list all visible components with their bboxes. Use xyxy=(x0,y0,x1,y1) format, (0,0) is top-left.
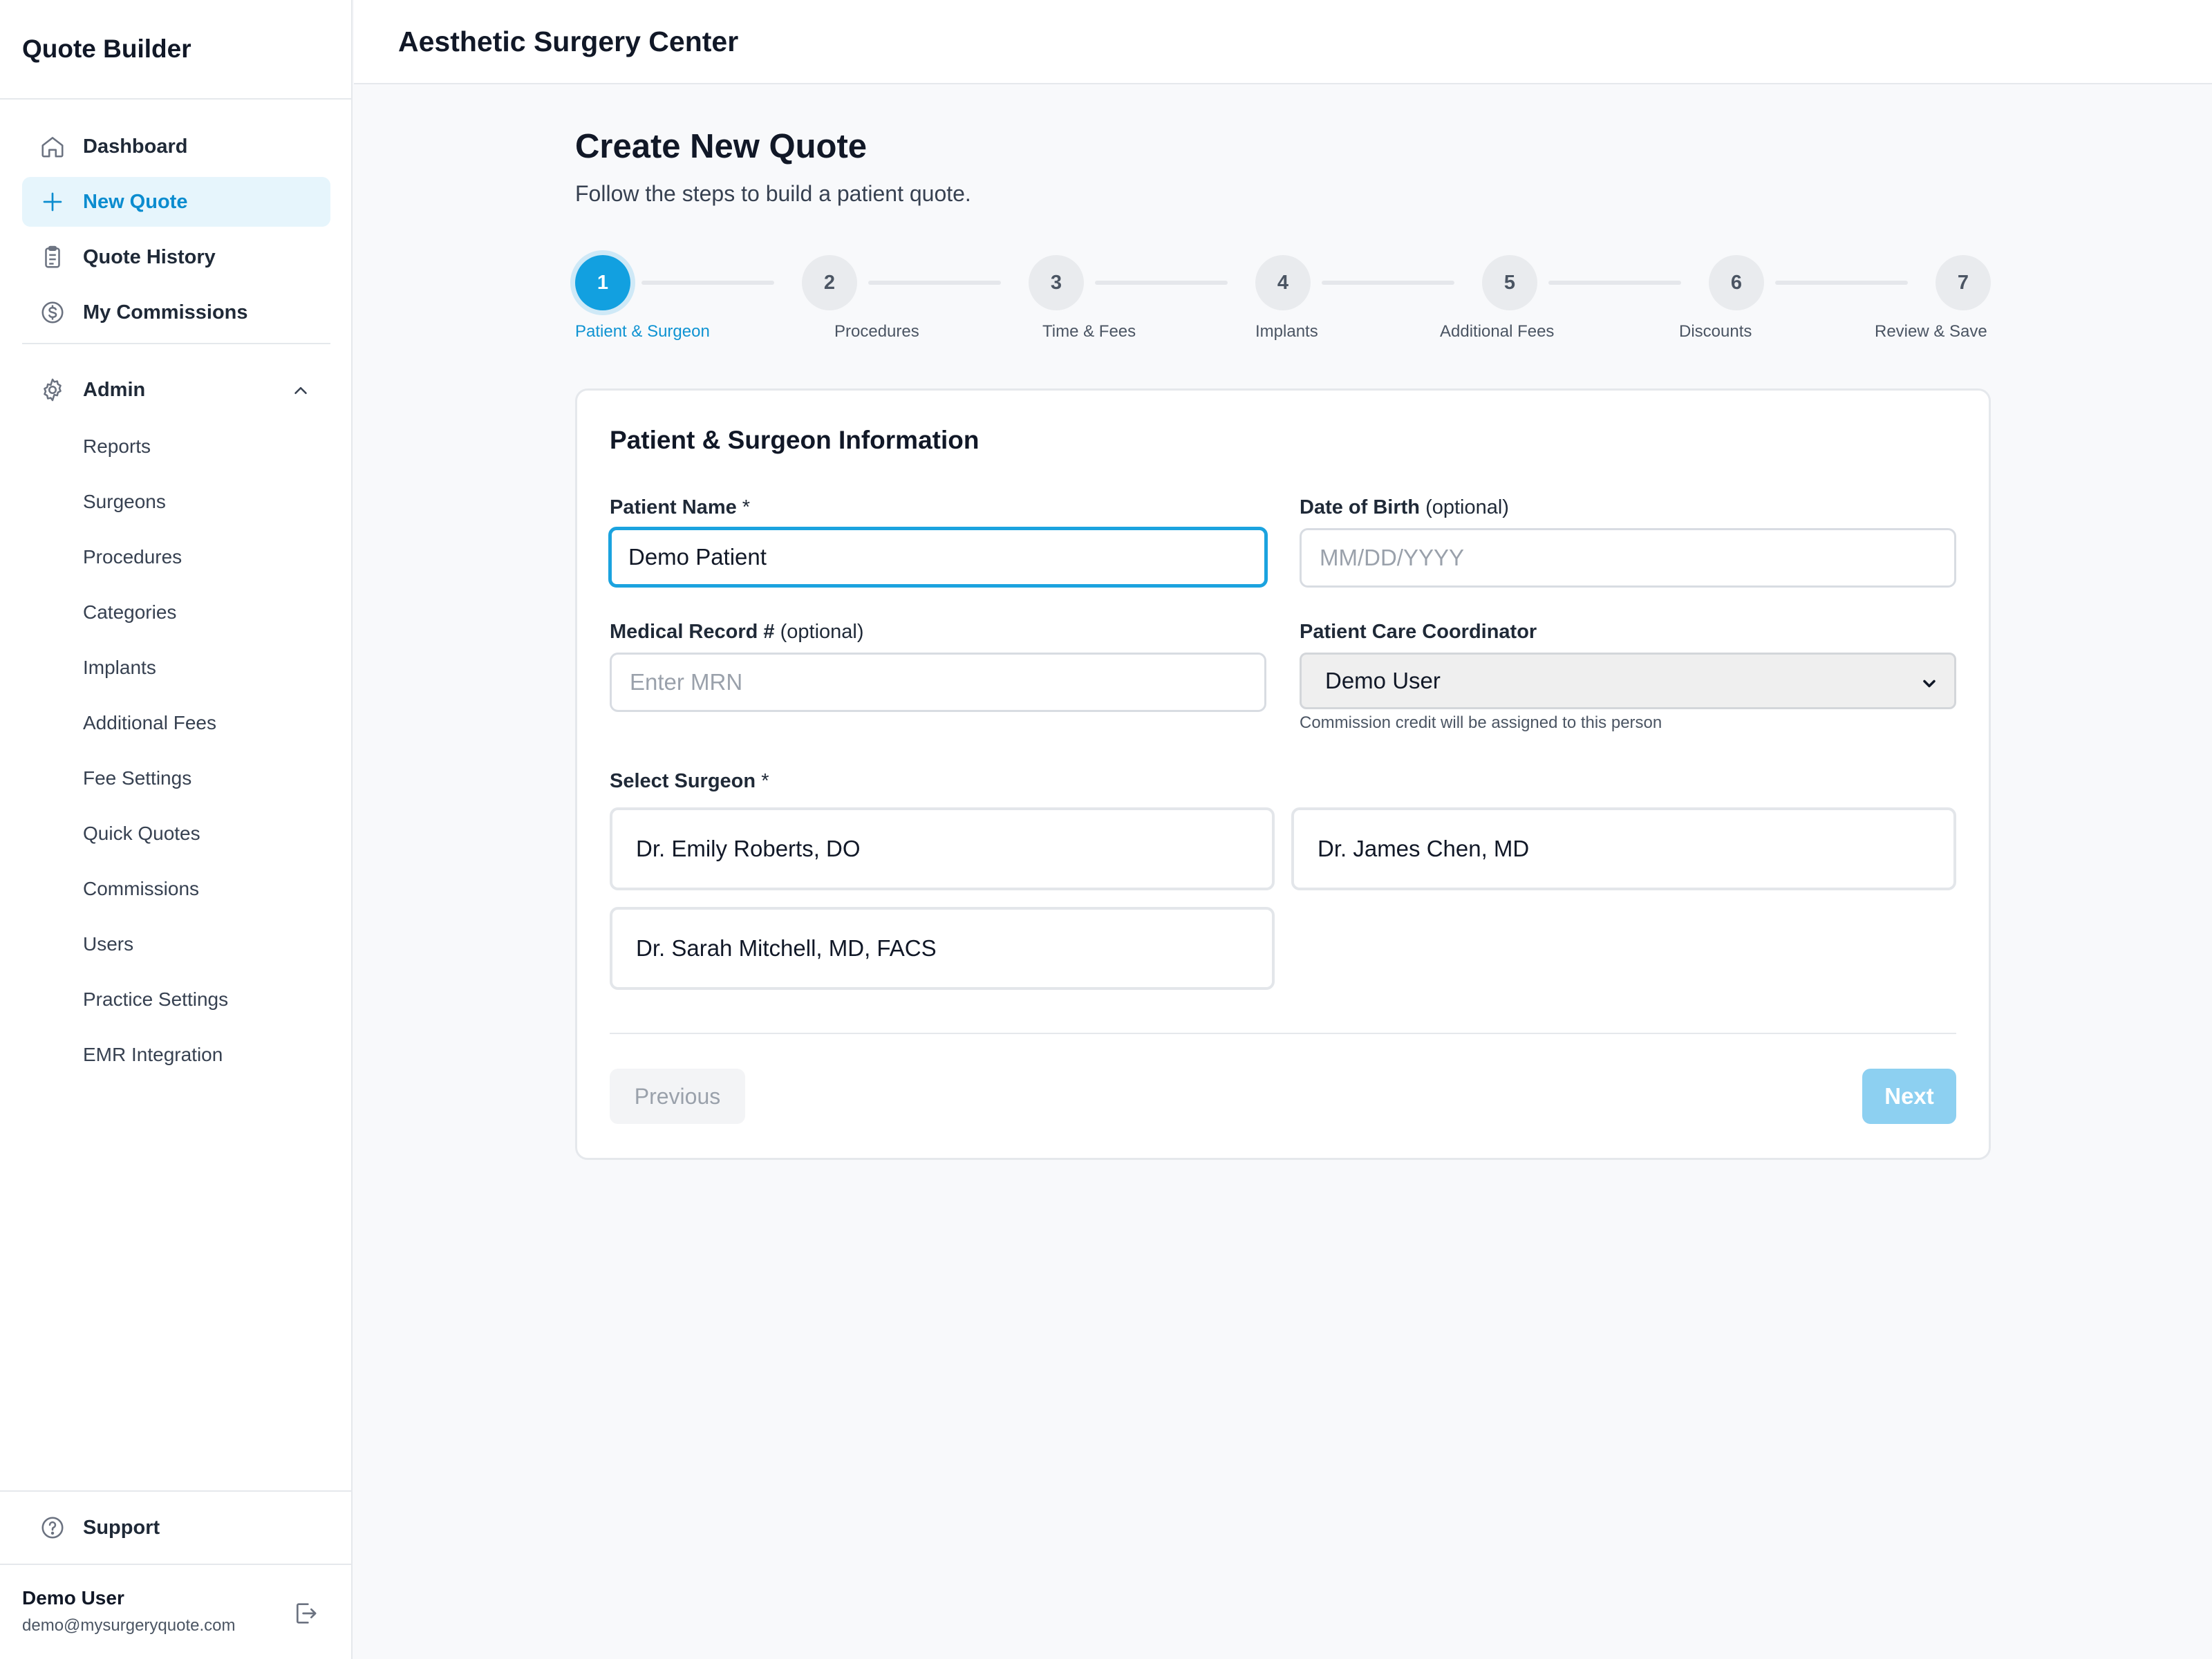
admin-section-toggle[interactable]: Admin xyxy=(22,365,330,415)
step-2-label: Procedures xyxy=(834,322,919,341)
step-2-circle[interactable]: 2 xyxy=(802,255,857,310)
step-6-circle[interactable]: 6 xyxy=(1709,255,1764,310)
step-7-label: Review & Save xyxy=(1875,322,1987,341)
admin-item-surgeons[interactable]: Surgeons xyxy=(83,488,166,516)
dob-placeholder: MM/DD/YYYY xyxy=(1320,545,1465,570)
patient-surgeon-card xyxy=(575,388,1991,1160)
coordinator-label: Patient Care Coordinator xyxy=(1300,621,1537,643)
optional-note: (optional) xyxy=(780,621,864,643)
admin-item-users[interactable]: Users xyxy=(83,930,133,958)
coordinator-select[interactable]: Demo User xyxy=(1300,653,1956,709)
surgeon-label: Select Surgeon * xyxy=(610,770,769,793)
section-title: Patient & Surgeon Information xyxy=(610,426,980,454)
user-email: demo@mysurgeryquote.com xyxy=(22,1616,236,1635)
step-5-label: Additional Fees xyxy=(1440,322,1555,341)
user-name: Demo User xyxy=(22,1587,124,1609)
step-connector xyxy=(1548,281,1681,285)
surgeon-name: Dr. James Chen, MD xyxy=(1318,836,1530,861)
step-connector xyxy=(641,281,774,285)
support-label: Support xyxy=(83,1516,160,1539)
admin-item-categories[interactable]: Categories xyxy=(83,599,176,626)
admin-item-reports[interactable]: Reports xyxy=(83,433,151,460)
step-connector xyxy=(868,281,1001,285)
coordinator-selected: Demo User xyxy=(1325,668,1441,693)
clipboard-icon xyxy=(22,244,83,270)
patient-name-value: Demo Patient xyxy=(628,544,767,570)
nav-item-my-commissions[interactable]: My Commissions xyxy=(22,288,330,337)
admin-item-additional-fees[interactable]: Additional Fees xyxy=(83,709,216,737)
gear-icon xyxy=(22,377,83,403)
admin-label: Admin xyxy=(83,378,146,401)
mrn-label: Medical Record # (optional) xyxy=(610,621,864,644)
label-text: Select Surgeon xyxy=(610,770,756,792)
required-mark: * xyxy=(742,496,751,518)
form-divider xyxy=(610,1033,1956,1034)
label-text: Date of Birth xyxy=(1300,496,1420,518)
label-text: Medical Record # xyxy=(610,621,775,643)
nav-item-quote-history[interactable]: Quote History xyxy=(22,232,330,282)
admin-item-fee-settings[interactable]: Fee Settings xyxy=(83,765,191,792)
practice-name: Aesthetic Surgery Center xyxy=(398,25,739,57)
label-text: Patient Name xyxy=(610,496,737,518)
nav-item-dashboard[interactable]: Dashboard xyxy=(22,122,330,171)
nav-item-label: Dashboard xyxy=(83,135,188,158)
mrn-input[interactable]: Enter MRN xyxy=(610,653,1266,712)
admin-item-procedures[interactable]: Procedures xyxy=(83,543,182,571)
previous-button[interactable]: Previous xyxy=(610,1069,745,1124)
admin-item-implants[interactable]: Implants xyxy=(83,654,156,682)
chevron-up-icon xyxy=(290,380,311,406)
nav-item-label: My Commissions xyxy=(83,301,248,324)
patient-name-input[interactable]: Demo Patient xyxy=(608,527,1268,588)
page-subtitle: Follow the steps to build a patient quot… xyxy=(575,181,971,206)
admin-item-quick-quotes[interactable]: Quick Quotes xyxy=(83,820,200,847)
coordinator-hint: Commission credit will be assigned to th… xyxy=(1300,713,1662,732)
step-5-circle[interactable]: 5 xyxy=(1482,255,1537,310)
surgeon-option[interactable]: Dr. Emily Roberts, DO xyxy=(610,807,1275,890)
chevron-down-icon xyxy=(1920,673,1939,699)
nav-item-label: New Quote xyxy=(83,190,188,213)
nav-item-label: Quote History xyxy=(83,245,216,268)
surgeon-name: Dr. Emily Roberts, DO xyxy=(636,836,861,861)
optional-note: (optional) xyxy=(1425,496,1509,518)
step-1-circle[interactable]: 1 xyxy=(575,255,630,310)
step-4-circle[interactable]: 4 xyxy=(1255,255,1311,310)
step-4-label: Implants xyxy=(1255,322,1318,341)
dob-input[interactable]: MM/DD/YYYY xyxy=(1300,528,1956,588)
plus-icon xyxy=(22,189,83,214)
next-button[interactable]: Next xyxy=(1862,1069,1956,1124)
step-3-circle[interactable]: 3 xyxy=(1029,255,1084,310)
dob-label: Date of Birth (optional) xyxy=(1300,496,1509,519)
step-7-circle[interactable]: 7 xyxy=(1936,255,1991,310)
logout-icon[interactable] xyxy=(290,1598,321,1629)
nav-item-new-quote[interactable]: New Quote xyxy=(22,177,330,227)
required-mark: * xyxy=(761,770,769,792)
surgeon-name: Dr. Sarah Mitchell, MD, FACS xyxy=(636,935,937,961)
step-connector xyxy=(1775,281,1908,285)
admin-item-emr-integration[interactable]: EMR Integration xyxy=(83,1041,223,1069)
admin-item-practice-settings[interactable]: Practice Settings xyxy=(83,986,228,1013)
step-connector xyxy=(1095,281,1228,285)
dollar-circle-icon xyxy=(22,299,83,326)
page-title: Create New Quote xyxy=(575,128,868,165)
step-connector xyxy=(1322,281,1454,285)
support-divider xyxy=(0,1490,353,1492)
support-link[interactable]: Support xyxy=(22,1503,330,1553)
step-1-label: Patient & Surgeon xyxy=(575,322,710,341)
surgeon-option[interactable]: Dr. James Chen, MD xyxy=(1291,807,1956,890)
app-title: Quote Builder xyxy=(0,0,351,100)
help-circle-icon xyxy=(22,1515,83,1541)
home-icon xyxy=(22,133,83,160)
top-header: Aesthetic Surgery Center xyxy=(354,0,2212,84)
step-3-label: Time & Fees xyxy=(1042,322,1136,341)
mrn-placeholder: Enter MRN xyxy=(630,669,743,695)
step-6-label: Discounts xyxy=(1679,322,1752,341)
admin-item-commissions[interactable]: Commissions xyxy=(83,875,199,903)
patient-name-label: Patient Name * xyxy=(610,496,750,519)
nav-divider xyxy=(22,343,330,344)
surgeon-option[interactable]: Dr. Sarah Mitchell, MD, FACS xyxy=(610,907,1275,990)
